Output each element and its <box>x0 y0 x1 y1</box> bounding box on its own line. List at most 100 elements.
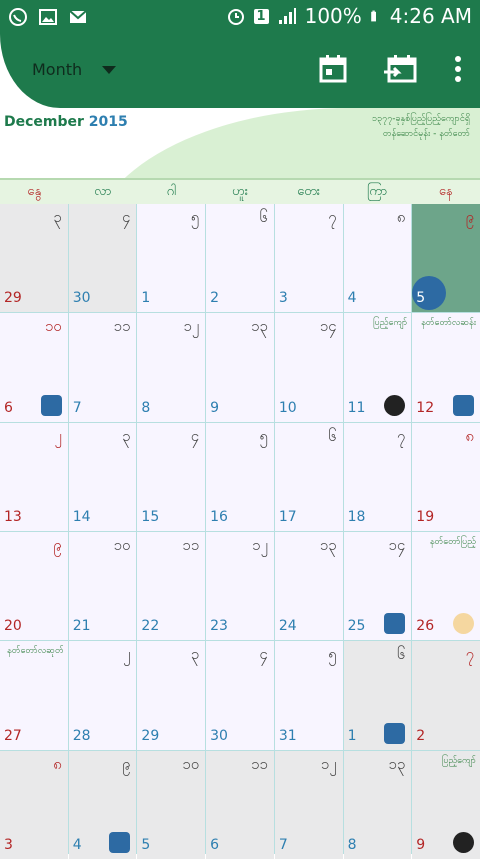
day-cell[interactable]: ၁၀ 21 <box>68 531 137 641</box>
myanmar-date: ပြည့်ကျော် <box>373 318 408 329</box>
year: 2015 <box>88 114 128 130</box>
day-cell[interactable]: ၉4 <box>68 750 137 859</box>
event-marker <box>453 394 474 416</box>
event-marker <box>109 831 131 853</box>
day-cell[interactable]: ၁၃ 8 <box>343 750 412 859</box>
myanmar-date: ၁၁ <box>250 754 268 773</box>
day-cell[interactable]: ၇2 <box>412 641 480 750</box>
day-cell[interactable]: ၃ 29 <box>0 204 68 313</box>
day-cell[interactable]: ပြည့်ကျော် 9 <box>412 750 480 859</box>
day-cell[interactable]: ၁၄ 10 <box>274 313 343 422</box>
myanmar-date: ၁၂ <box>183 317 200 336</box>
myanmar-date: ၁၄ <box>319 317 337 336</box>
day-cell[interactable]: ၄ 30 <box>68 204 137 313</box>
day-cell[interactable]: နတ်တော်လဆုတ် 27 <box>0 641 68 750</box>
view-mode-dropdown[interactable]: Month <box>32 60 117 79</box>
day-cell[interactable]: ၅ 16 <box>206 422 274 531</box>
myanmar-date: ပြည့်ကျော် <box>441 755 476 766</box>
day-cell[interactable]: နတ်တော်လဆန်း 12 <box>412 313 480 422</box>
day-cell[interactable]: ၁၃ 9 <box>206 313 274 422</box>
myanmar-date: နတ်တော်ပြည့် <box>429 536 476 547</box>
day-cell[interactable]: ၇3 <box>274 204 343 313</box>
day-cell[interactable]: ၃ 29 <box>137 641 206 750</box>
gregorian-date: 16 <box>210 508 228 525</box>
day-cell[interactable]: ၂ 13 <box>0 422 68 531</box>
day-cell[interactable]: ၄ 15 <box>137 422 206 531</box>
day-cell[interactable]: ၁၂ 7 <box>274 750 343 859</box>
day-cell[interactable]: ၅ 31 <box>274 641 343 750</box>
myanmar-month-info: ၁၃၇၇-ခုနှစ်ပြည့်ပြည့်ကျောင်ရှိ တန်ဆောင်မ… <box>372 112 470 142</box>
viber-icon <box>9 8 27 26</box>
day-cell[interactable]: ၈3 <box>0 750 68 859</box>
myanmar-month-line: တန်ဆောင်မုန်း - နတ်တော် <box>382 129 470 139</box>
app-bar: Month <box>0 34 480 108</box>
status-bar: 1 100% 4:26 AM <box>0 0 480 34</box>
day-cell[interactable]: ၉5 <box>412 204 480 313</box>
myanmar-date: ၅ <box>259 426 268 445</box>
full-moon-icon <box>453 613 474 635</box>
myanmar-date: ၁၀ <box>44 317 62 336</box>
myanmar-date: ၁၃ <box>319 535 337 554</box>
myanmar-date: ၁၂ <box>252 535 268 554</box>
gregorian-date: 26 <box>416 618 435 635</box>
day-cell[interactable]: ၆1 <box>343 641 412 750</box>
day-cell[interactable]: ၆ 17 <box>274 422 343 531</box>
gregorian-date: 25 <box>347 618 366 635</box>
gregorian-date: 28 <box>72 727 91 744</box>
weekday-thu: ကြာ <box>367 184 388 199</box>
more-options-icon[interactable] <box>454 56 462 82</box>
day-cell[interactable]: ၁၁ 6 <box>206 750 274 859</box>
day-cell[interactable]: ၁၁ 22 <box>137 531 206 641</box>
gallery-icon <box>39 9 57 25</box>
day-cell[interactable]: ၃ 14 <box>68 422 137 531</box>
gregorian-date: 5 <box>416 290 426 307</box>
view-mode-label: Month <box>32 60 83 79</box>
dropdown-arrow-icon <box>102 65 117 74</box>
myanmar-date: ၃ <box>53 208 62 226</box>
day-cell[interactable]: ၁၃ 24 <box>274 531 343 641</box>
day-cell[interactable]: နတ်တော်ပြည့် 26 <box>412 531 480 641</box>
myanmar-date: ၇ <box>396 426 406 445</box>
day-cell[interactable]: ၉ 20 <box>0 531 68 641</box>
day-cell[interactable]: ၁၀ 5 <box>137 750 206 859</box>
day-cell[interactable]: ၆2 <box>206 204 274 313</box>
gregorian-date: 31 <box>278 727 297 744</box>
battery-icon <box>370 10 376 22</box>
day-cell[interactable]: ၁၁ 7 <box>68 313 137 422</box>
myanmar-date: ၇ <box>328 208 337 226</box>
myanmar-date: ၆ <box>259 208 268 226</box>
weekday-sun: လာ <box>94 184 112 199</box>
gregorian-date: 30 <box>210 727 228 744</box>
day-cell[interactable]: ၂ 28 <box>68 641 137 750</box>
day-cell[interactable]: ၈ 19 <box>412 422 480 531</box>
gregorian-date: 2 <box>416 727 426 744</box>
moon-phase-icon <box>384 394 406 416</box>
day-cell[interactable]: ၁၂ 23 <box>206 531 274 641</box>
month-header: December 2015 ၁၃၇၇-ခုနှစ်ပြည့်ပြည့်ကျောင… <box>0 108 480 178</box>
alarm-icon <box>227 9 244 25</box>
mail-icon <box>69 10 87 23</box>
myanmar-date: ၅ <box>190 208 200 226</box>
myanmar-date: ၉ <box>121 754 131 773</box>
today-calendar-icon[interactable] <box>318 54 348 84</box>
gregorian-date: 24 <box>278 618 297 635</box>
day-cell[interactable]: ၈4 <box>343 204 412 313</box>
gregorian-date: 23 <box>210 618 228 635</box>
myanmar-date: ၄ <box>259 645 268 664</box>
day-cell[interactable]: ၁၄ 25 <box>343 531 412 641</box>
day-cell[interactable]: ၁၂ 8 <box>137 313 206 422</box>
go-to-date-icon[interactable] <box>384 54 418 84</box>
gregorian-date: 8 <box>141 399 151 416</box>
day-cell[interactable]: ၇ 18 <box>343 422 412 531</box>
day-cell[interactable]: ၅1 <box>137 204 206 313</box>
gregorian-date: 14 <box>72 508 91 525</box>
day-cell[interactable]: ၁၀ 6 <box>0 313 68 422</box>
myanmar-date: ၁၁ <box>113 317 131 336</box>
myanmar-date: ၇ <box>465 645 474 664</box>
day-cell[interactable]: ၄ 30 <box>206 641 274 750</box>
calendar-grid: ၃ 29 ၄ 30 ၅ 1 ၆ 2 ၇ 3 ၈ 4 ၉ 5 ၁၀ 6 ၁၁ 7 ၁၂ 8 ၁၃ 9 ၁၄ 10 ပြည့်ကျေ… <box>0 204 480 859</box>
gregorian-date: 7 <box>278 836 288 853</box>
gregorian-date: 4 <box>72 836 82 853</box>
myanmar-date: ၆ <box>328 426 337 445</box>
day-cell[interactable]: ပြည့်ကျော် 11 <box>343 313 412 422</box>
